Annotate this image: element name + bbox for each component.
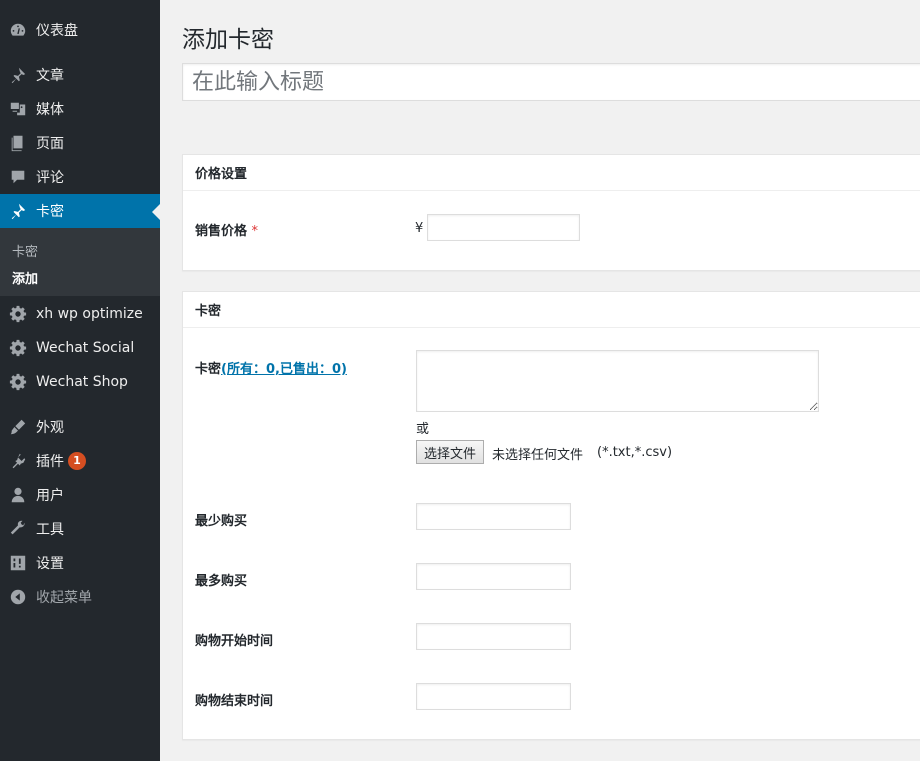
purchase-start-input[interactable]	[416, 623, 571, 650]
max-purchase-label: 最多购买	[195, 574, 248, 589]
sale-price-input[interactable]	[427, 214, 580, 241]
min-purchase-input[interactable]	[416, 503, 571, 530]
user-icon	[0, 486, 36, 504]
sidebar-item-pages[interactable]: 页面	[0, 126, 160, 160]
sidebar-item-label: 评论	[36, 170, 64, 186]
sidebar-item-wechat-shop[interactable]: Wechat Shop	[0, 365, 160, 399]
card-stats-link[interactable]: (所有：0,已售出：0)	[221, 362, 347, 377]
card-label: 卡密(所有：0,已售出：0)	[195, 362, 347, 377]
sidebar-item-label: 设置	[36, 556, 64, 572]
required-mark: *	[251, 224, 259, 239]
price-settings-box: 价格设置 销售价格 * ¥	[182, 154, 920, 271]
sidebar-item-dashboard[interactable]: 仪表盘	[0, 13, 160, 47]
page-title: 添加卡密	[182, 27, 274, 53]
file-status-text: 未选择任何文件	[492, 448, 584, 463]
sidebar-item-appearance[interactable]: 外观	[0, 410, 160, 444]
wrench-icon	[0, 520, 36, 538]
gear-icon	[0, 373, 36, 391]
currency-symbol: ¥	[415, 221, 424, 236]
sidebar-item-tools[interactable]: 工具	[0, 512, 160, 546]
max-purchase-input[interactable]	[416, 563, 571, 590]
sidebar-item-label: 仪表盘	[36, 23, 78, 39]
title-input[interactable]	[182, 63, 920, 101]
sidebar-item-settings[interactable]: 设置	[0, 546, 160, 580]
sidebar-item-label: 工具	[36, 522, 64, 538]
media-icon	[0, 100, 36, 118]
sidebar-item-label: 收起菜单	[36, 590, 92, 606]
collapse-icon	[0, 588, 36, 606]
sidebar-item-label: 插件	[36, 454, 64, 470]
sidebar-item-media[interactable]: 媒体	[0, 92, 160, 126]
update-count-badge: 1	[68, 452, 86, 470]
submenu-item-add[interactable]: 添加	[12, 268, 38, 287]
plugin-icon	[0, 452, 36, 470]
pin-icon	[0, 202, 36, 220]
gear-icon	[0, 305, 36, 323]
or-text: 或	[416, 422, 430, 437]
price-settings-heading: 价格设置	[183, 155, 920, 191]
sidebar-item-label: 媒体	[36, 102, 64, 118]
gear-icon	[0, 339, 36, 357]
brush-icon	[0, 418, 36, 436]
sidebar-item-label: Wechat Social	[36, 340, 135, 356]
sale-price-label: 销售价格 *	[195, 224, 259, 239]
sidebar-item-comments[interactable]: 评论	[0, 160, 160, 194]
sidebar-item-label: 页面	[36, 136, 64, 152]
sidebar-item-users[interactable]: 用户	[0, 478, 160, 512]
comment-icon	[0, 168, 36, 186]
sidebar-item-label: 用户	[36, 488, 64, 504]
collapse-menu-button[interactable]: 收起菜单	[0, 580, 160, 614]
card-box-heading: 卡密	[183, 292, 920, 328]
sidebar-item-label: 外观	[36, 420, 64, 436]
kami-submenu: 卡密 添加	[0, 228, 160, 296]
admin-sidebar: 仪表盘 文章 媒体 页面 评论 卡密 卡密 添加 xh wp optimize …	[0, 0, 160, 761]
sidebar-item-xh-wp-optimize[interactable]: xh wp optimize	[0, 297, 160, 331]
purchase-end-input[interactable]	[416, 683, 571, 710]
purchase-start-label: 购物开始时间	[195, 634, 274, 649]
sidebar-item-label: 卡密	[36, 204, 64, 220]
purchase-end-label: 购物结束时间	[195, 694, 274, 709]
sidebar-item-wechat-social[interactable]: Wechat Social	[0, 331, 160, 365]
card-textarea[interactable]	[416, 350, 819, 412]
choose-file-button[interactable]: 选择文件	[416, 440, 485, 464]
sidebar-item-label: xh wp optimize	[36, 306, 143, 322]
file-types-text: (*.txt,*.csv)	[597, 445, 673, 460]
card-box: 卡密 卡密(所有：0,已售出：0) 或 选择文件 未选择任何文件 (*.txt,…	[182, 291, 920, 740]
dashboard-icon	[0, 21, 36, 39]
sidebar-item-label: 文章	[36, 68, 64, 84]
pin-icon	[0, 66, 36, 84]
submenu-item-kami[interactable]: 卡密	[12, 241, 38, 260]
min-purchase-label: 最少购买	[195, 514, 248, 529]
sidebar-item-kami[interactable]: 卡密	[0, 194, 160, 228]
sidebar-item-plugins[interactable]: 插件 1	[0, 444, 160, 478]
sidebar-item-posts[interactable]: 文章	[0, 58, 160, 92]
settings-icon	[0, 554, 36, 572]
sidebar-item-label: Wechat Shop	[36, 374, 128, 390]
page-icon	[0, 134, 36, 152]
